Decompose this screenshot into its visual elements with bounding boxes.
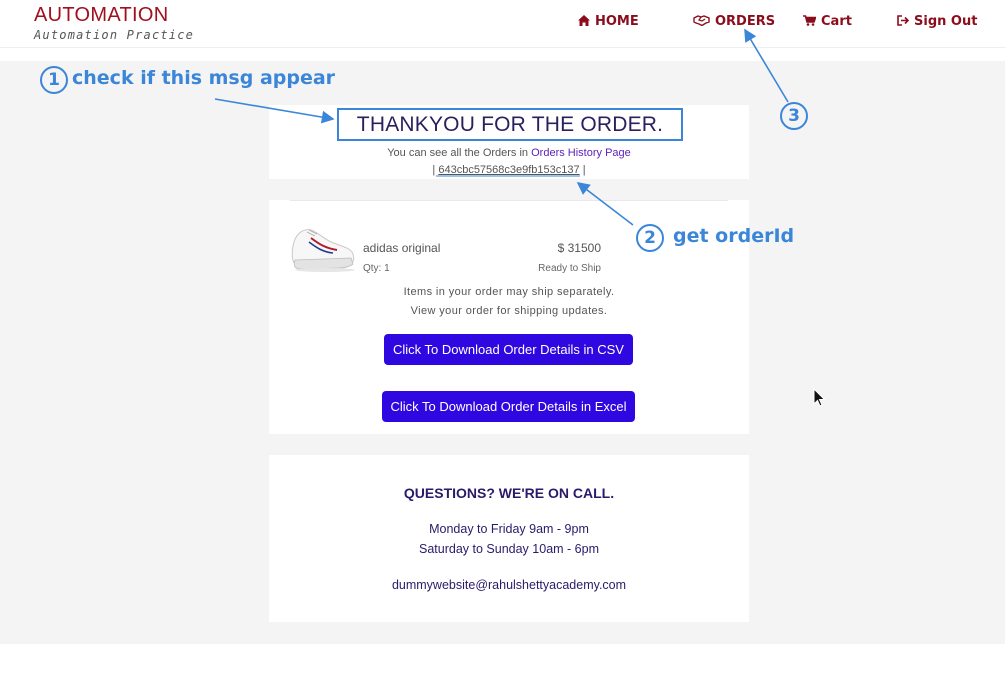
order-id-separator-left: | (432, 164, 436, 176)
ship-note-line-1: Items in your order may ship separately. (403, 286, 615, 298)
help-weekday-hours: Monday to Friday 9am - 9pm (429, 522, 589, 536)
brand-logo[interactable]: AUTOMATION Automation Practice (34, 4, 194, 42)
help-card (269, 455, 749, 622)
nav-signout-button[interactable]: Sign Out (897, 14, 977, 29)
help-heading: QUESTIONS? WE'RE ON CALL. (403, 485, 615, 501)
brand-tagline: Automation Practice (34, 28, 195, 42)
product-qty: Qty: 1 (363, 263, 390, 274)
product-image (289, 222, 357, 274)
home-icon (578, 14, 590, 29)
annotation-number-1: 1 (40, 66, 68, 94)
orders-history-line: You can see all the Orders in Orders His… (269, 147, 749, 159)
cart-icon (803, 14, 817, 29)
help-email: dummywebsite@rahulshettyacademy.com (391, 578, 627, 592)
top-navbar: AUTOMATION Automation Practice HOME ORDE… (0, 0, 1005, 48)
download-csv-button[interactable]: Click To Download Order Details in CSV (384, 334, 633, 365)
handshake-icon (693, 14, 710, 29)
nav-orders-label: ORDERS (715, 14, 776, 29)
order-id: 643cbc57568c3e9fb153c137 (438, 164, 580, 176)
brand-name: AUTOMATION (34, 4, 169, 26)
download-excel-button[interactable]: Click To Download Order Details in Excel (382, 391, 635, 422)
annotation-text-2: get orderId (673, 225, 795, 247)
ship-note-line-2: View your order for shipping updates. (410, 305, 608, 317)
nav-home-button[interactable]: HOME (578, 14, 639, 29)
mouse-cursor-icon (813, 387, 827, 408)
sign-out-icon (897, 14, 910, 29)
page: AUTOMATION Automation Practice HOME ORDE… (0, 0, 1005, 695)
orders-history-prefix: You can see all the Orders in (387, 147, 529, 159)
nav-orders-button[interactable]: ORDERS (693, 14, 775, 29)
nav-cart-button[interactable]: Cart (803, 14, 852, 29)
nav-cart-label: Cart (821, 14, 852, 29)
annotation-number-2: 2 (636, 224, 664, 252)
thankyou-heading: THANKYOU FOR THE ORDER. (337, 108, 683, 141)
order-id-line: | 643cbc57568c3e9fb153c137 | (269, 164, 749, 176)
nav-signout-label: Sign Out (914, 14, 978, 29)
order-id-separator-right: | (582, 164, 586, 176)
annotation-text-1: check if this msg appear (72, 67, 336, 89)
help-weekend-hours: Saturday to Sunday 10am - 6pm (419, 542, 599, 556)
annotation-number-3: 3 (780, 102, 808, 130)
nav-home-label: HOME (595, 14, 639, 29)
product-price: $ 31500 (557, 241, 601, 255)
product-name: adidas original (363, 241, 441, 255)
shipping-status: Ready to Ship (538, 263, 601, 274)
orders-history-link[interactable]: Orders History Page (531, 147, 631, 159)
divider (290, 200, 728, 201)
